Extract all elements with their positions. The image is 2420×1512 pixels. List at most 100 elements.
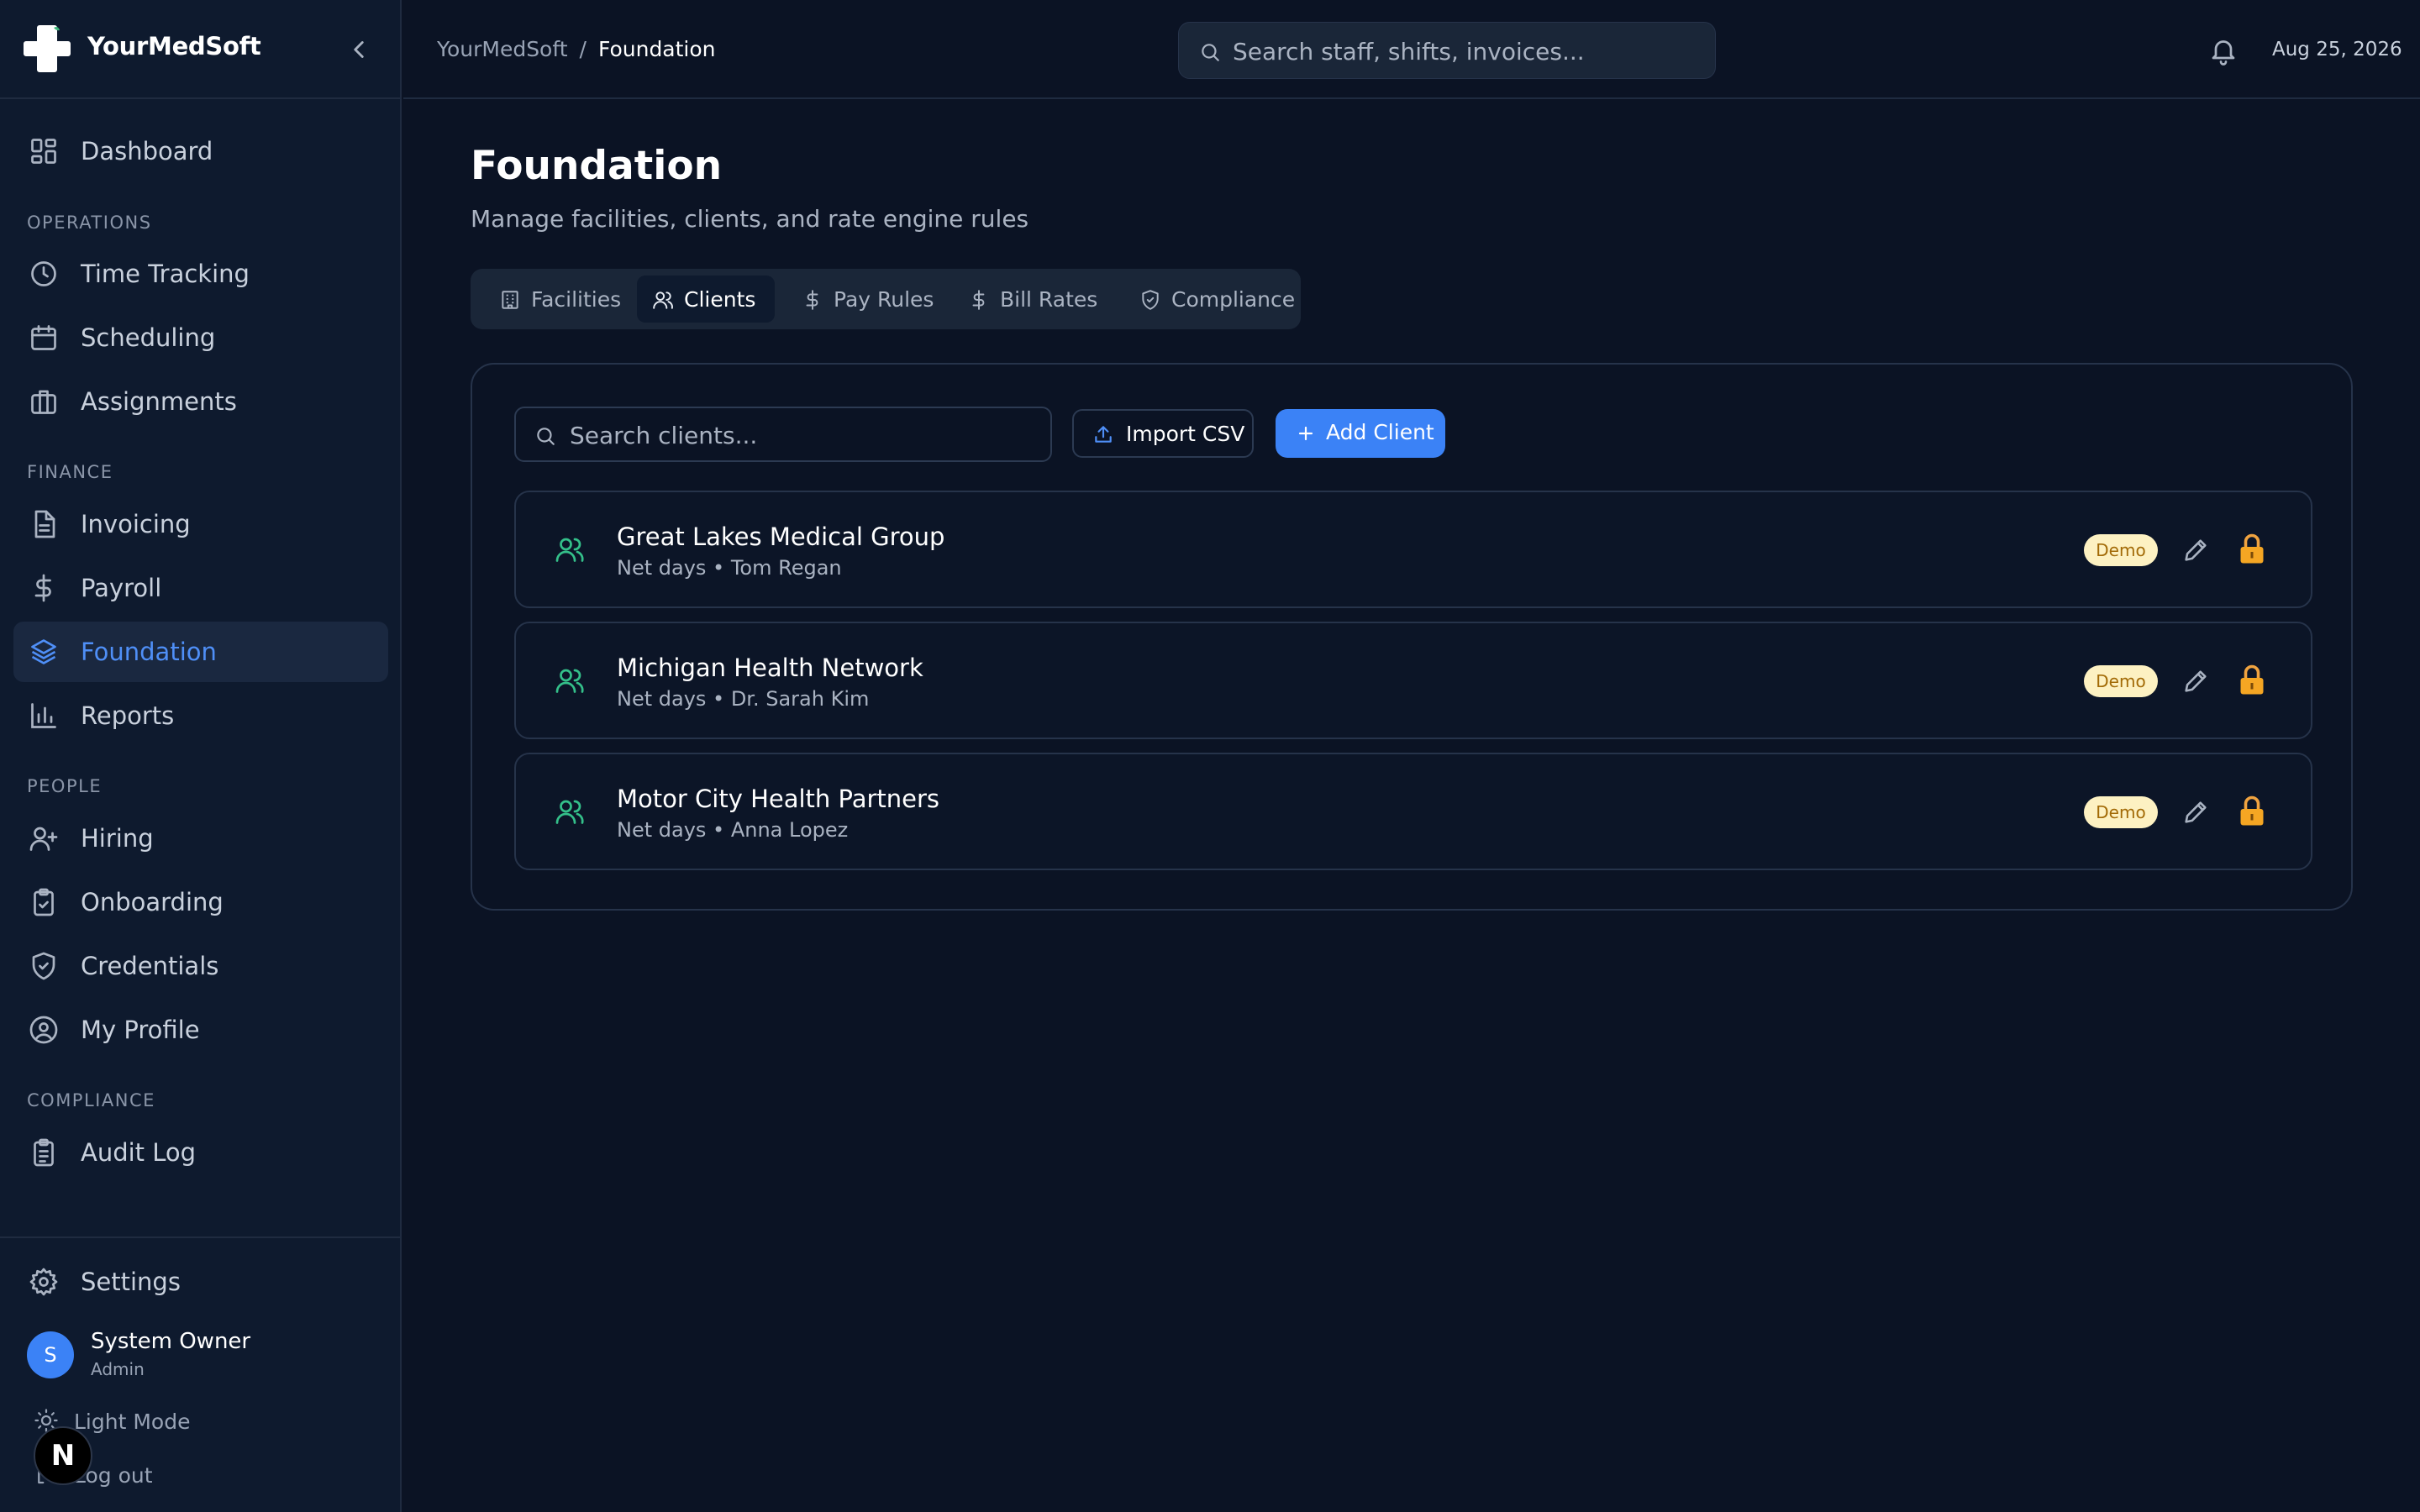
- sidebar-item-invoicing[interactable]: Invoicing: [13, 494, 388, 554]
- sidebar-item-label: Foundation: [81, 638, 217, 666]
- global-search[interactable]: [1178, 22, 1716, 79]
- page-title: Foundation: [471, 143, 723, 189]
- breadcrumb: YourMedSoft / Foundation: [437, 37, 716, 61]
- tab-pay-rules[interactable]: Pay Rules: [786, 276, 941, 323]
- avatar[interactable]: S: [27, 1331, 74, 1378]
- client-row[interactable]: Michigan Health Network Net days • Dr. S…: [514, 622, 2312, 739]
- lock-icon[interactable]: [2237, 533, 2267, 566]
- sidebar-item-settings[interactable]: Settings: [13, 1252, 388, 1312]
- briefcase-icon: [29, 386, 59, 417]
- user-name: System Owner: [91, 1329, 251, 1354]
- tab-bill-rates[interactable]: Bill Rates: [953, 276, 1113, 323]
- lock-icon[interactable]: [2237, 795, 2267, 828]
- dollar-icon: [802, 289, 823, 311]
- sidebar-item-label: Hiring: [81, 824, 154, 853]
- tab-clients[interactable]: Clients: [637, 276, 775, 323]
- users-icon: [555, 534, 585, 564]
- dev-tools-badge[interactable]: N: [34, 1426, 92, 1485]
- demo-badge: Demo: [2084, 534, 2158, 566]
- sidebar-item-label: My Profile: [81, 1016, 200, 1044]
- sidebar-item-foundation[interactable]: Foundation: [13, 622, 388, 682]
- tab-label: Pay Rules: [834, 287, 934, 312]
- user-circle-icon: [29, 1015, 59, 1045]
- sidebar-item-my-profile[interactable]: My Profile: [13, 1000, 388, 1060]
- users-icon: [652, 289, 674, 311]
- demo-badge: Demo: [2084, 665, 2158, 697]
- sidebar-item-hiring[interactable]: Hiring: [13, 808, 388, 869]
- client-search[interactable]: [514, 407, 1052, 462]
- breadcrumb-separator: /: [579, 37, 587, 61]
- pencil-edit-icon[interactable]: [2181, 667, 2210, 696]
- global-search-input[interactable]: [1233, 34, 1703, 68]
- medical-cross-logo[interactable]: [22, 24, 72, 74]
- foundation-tabs: Facilities Clients Pay Rules Bill Rates …: [471, 269, 1301, 329]
- plus-icon: [1296, 423, 1316, 444]
- section-label-people: PEOPLE: [27, 776, 103, 796]
- sidebar-item-label: Time Tracking: [81, 260, 250, 288]
- client-meta: Net days • Dr. Sarah Kim: [617, 687, 870, 711]
- brand-header: YourMedSoft: [0, 0, 402, 99]
- sidebar-item-scheduling[interactable]: Scheduling: [13, 307, 388, 368]
- sidebar-item-payroll[interactable]: Payroll: [13, 558, 388, 618]
- sidebar-item-label: Invoicing: [81, 510, 191, 538]
- client-search-input[interactable]: [570, 418, 1040, 452]
- sidebar-item-label: Audit Log: [81, 1138, 197, 1167]
- bell-icon[interactable]: [2208, 35, 2238, 66]
- sidebar-item-label: Payroll: [81, 574, 162, 602]
- sidebar: YourMedSoft Dashboard OPERATIONS Time Tr…: [0, 0, 402, 1512]
- sidebar-item-label: Onboarding: [81, 888, 224, 916]
- page-subtitle: Manage facilities, clients, and rate eng…: [471, 205, 1029, 233]
- calendar-icon: [29, 323, 59, 353]
- collapse-sidebar-chevron-left-icon[interactable]: [345, 35, 373, 64]
- sidebar-item-credentials[interactable]: Credentials: [13, 936, 388, 996]
- section-label-finance: FINANCE: [27, 462, 113, 482]
- building-icon: [499, 289, 521, 311]
- sidebar-item-time-tracking[interactable]: Time Tracking: [13, 244, 388, 304]
- client-name: Great Lakes Medical Group: [617, 522, 945, 551]
- shield-check-icon: [1139, 289, 1161, 311]
- sidebar-item-onboarding[interactable]: Onboarding: [13, 872, 388, 932]
- add-client-button[interactable]: Add Client: [1276, 409, 1445, 458]
- tab-facilities[interactable]: Facilities: [484, 276, 625, 323]
- sidebar-item-label: Scheduling: [81, 323, 216, 352]
- sidebar-divider: [0, 1236, 402, 1238]
- shield-check-icon: [29, 951, 59, 981]
- tab-label: Bill Rates: [1000, 287, 1098, 312]
- section-label-operations: OPERATIONS: [27, 213, 152, 233]
- bar-chart-icon: [29, 701, 59, 731]
- sidebar-item-label: Settings: [81, 1268, 181, 1296]
- dollar-icon: [968, 289, 990, 311]
- gear-icon: [29, 1267, 59, 1297]
- light-mode-label: Light Mode: [74, 1410, 191, 1434]
- client-meta: Net days • Anna Lopez: [617, 818, 849, 842]
- tab-label: Facilities: [531, 287, 622, 312]
- client-name: Michigan Health Network: [617, 654, 923, 682]
- users-icon: [555, 665, 585, 696]
- sidebar-item-audit-log[interactable]: Audit Log: [13, 1122, 388, 1183]
- demo-badge: Demo: [2084, 796, 2158, 828]
- sidebar-item-dashboard[interactable]: Dashboard: [13, 121, 388, 181]
- client-row[interactable]: Great Lakes Medical Group Net days • Tom…: [514, 491, 2312, 608]
- tab-label: Compliance: [1171, 287, 1296, 312]
- sidebar-item-label: Reports: [81, 701, 175, 730]
- sidebar-item-assignments[interactable]: Assignments: [13, 371, 388, 432]
- current-date: Aug 25, 2026: [2272, 39, 2402, 60]
- sidebar-item-label: Credentials: [81, 952, 219, 980]
- file-text-icon: [29, 509, 59, 539]
- pencil-edit-icon[interactable]: [2181, 536, 2210, 564]
- sidebar-item-reports[interactable]: Reports: [13, 685, 388, 746]
- user-plus-icon: [29, 823, 59, 853]
- client-meta: Net days • Tom Regan: [617, 556, 842, 580]
- client-row[interactable]: Motor City Health Partners Net days • An…: [514, 753, 2312, 870]
- pencil-edit-icon[interactable]: [2181, 798, 2210, 827]
- sidebar-item-label: Dashboard: [81, 137, 213, 165]
- lock-icon[interactable]: [2237, 664, 2267, 697]
- import-csv-label: Import CSV: [1126, 422, 1245, 446]
- clipboard-check-icon: [29, 887, 59, 917]
- client-name: Motor City Health Partners: [617, 785, 940, 813]
- tab-compliance[interactable]: Compliance: [1124, 276, 1296, 323]
- breadcrumb-home-link[interactable]: YourMedSoft: [437, 37, 568, 61]
- add-client-label: Add Client: [1326, 420, 1434, 444]
- import-csv-button[interactable]: Import CSV: [1072, 409, 1254, 458]
- app-name: YourMedSoft: [87, 32, 261, 60]
